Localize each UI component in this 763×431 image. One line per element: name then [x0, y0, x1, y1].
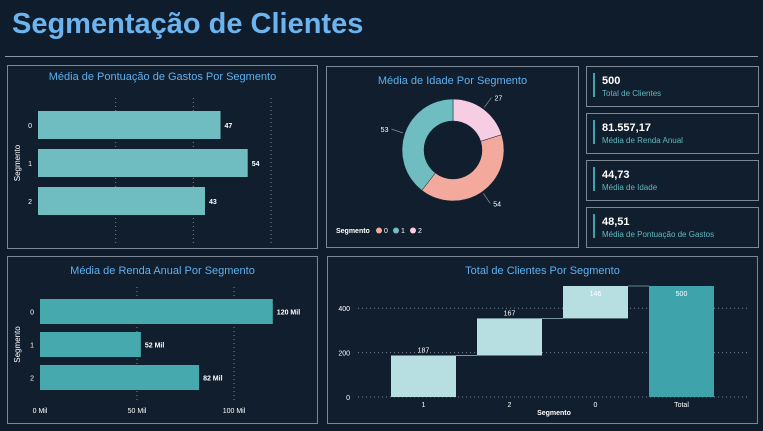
bar — [38, 187, 205, 215]
age-donut-chart[interactable]: 27 54 53 Segmento 0 1 2 — [327, 87, 578, 247]
x-tick-label: 100 Mil — [223, 408, 246, 415]
clients-waterfall-chart[interactable]: 0 200 400 187 1 167 2 146 0 500 Total Segmento — [328, 277, 757, 422]
donut-slice — [401, 98, 454, 191]
y-axis-title: Segmento — [13, 144, 22, 181]
donut-slice — [452, 98, 502, 142]
kpi-value: 48,51 — [602, 216, 630, 228]
kpi-annual-income: 81.557,17 Média de Renda Anual — [586, 113, 759, 154]
income-chart[interactable]: 0 Mil 50 Mil 100 Mil Segmento 0 120 Mil 1 52 Mi… — [8, 277, 317, 422]
legend-title: Segmento — [336, 228, 370, 235]
bar — [40, 299, 273, 324]
legend-label: 1 — [401, 228, 405, 235]
y-tick-label: 0 — [346, 395, 350, 402]
x-tick-label: Total — [674, 402, 689, 409]
waterfall-bar — [391, 355, 456, 397]
spending-score-panel[interactable]: Média de Pontuação de Gastos Por Segment… — [7, 65, 318, 249]
bar — [38, 149, 248, 177]
bar — [40, 332, 141, 357]
legend-marker — [376, 227, 382, 234]
y-axis-title: Segmento — [13, 326, 22, 363]
kpi-value: 500 — [602, 75, 621, 87]
x-tick-label: 50 Mil — [128, 408, 147, 415]
kpi-label: Total de Clientes — [602, 89, 662, 98]
x-tick-label: 0 — [594, 402, 598, 409]
spending-score-chart[interactable]: 0204060Segmento047154243 — [8, 86, 317, 246]
kpi-value: 44,73 — [602, 169, 630, 181]
kpi-label: Média de Pontuação de Gastos — [602, 230, 715, 239]
clients-panel[interactable]: Total de Clientes Por Segmento 0 200 400 18… — [327, 256, 758, 424]
legend-marker — [393, 227, 399, 234]
title-divider — [5, 56, 758, 57]
data-label: 53 — [381, 127, 389, 134]
age-panel[interactable]: Média de Idade Por Segmento 27 54 53 Segmen… — [326, 66, 579, 248]
x-tick-label: 2 — [508, 402, 512, 409]
data-label: 54 — [493, 201, 501, 208]
data-label: 82 Mil — [203, 376, 223, 383]
bar — [38, 111, 221, 139]
y-tick-label: 0 — [28, 123, 32, 130]
y-tick-label: 400 — [338, 306, 350, 313]
kpi-accent — [593, 214, 595, 238]
y-tick-label: 200 — [338, 351, 350, 358]
data-label: 187 — [418, 347, 430, 354]
legend-marker — [410, 227, 416, 234]
data-label: 47 — [225, 123, 233, 130]
x-tick-label: 0 Mil — [33, 408, 48, 415]
kpi-label: Média de Idade — [602, 183, 658, 192]
kpi-spending-score: 48,51 Média de Pontuação de Gastos — [586, 207, 759, 248]
y-tick-label: 2 — [28, 199, 32, 206]
spending-score-title: Média de Pontuação de Gastos Por Segment… — [48, 71, 277, 83]
data-label: 54 — [252, 161, 260, 168]
legend-label: 0 — [384, 228, 388, 235]
y-tick-label: 0 — [30, 310, 34, 317]
kpi-label: Média de Renda Anual — [602, 136, 683, 145]
data-label: 146 — [590, 291, 602, 298]
kpi-accent — [593, 167, 595, 191]
waterfall-bar — [477, 318, 542, 356]
kpi-accent — [593, 120, 595, 144]
age-title: Média de Idade Por Segmento — [377, 75, 528, 87]
kpi-total-clients: 500 Total de Clientes — [586, 66, 759, 107]
data-label: 52 Mil — [145, 343, 165, 350]
x-axis-title: Segmento — [537, 410, 571, 417]
y-tick-label: 1 — [28, 161, 32, 168]
data-label: 43 — [209, 199, 217, 206]
data-label: 120 Mil — [277, 310, 300, 317]
waterfall-bar — [649, 286, 714, 397]
data-label: 500 — [676, 291, 688, 298]
kpi-accent — [593, 73, 595, 97]
data-label: 167 — [504, 310, 516, 317]
page-title: Segmentação de Clientes — [12, 8, 364, 40]
x-tick-label: 1 — [422, 402, 426, 409]
y-tick-label: 1 — [30, 343, 34, 350]
income-title: Média de Renda Anual Por Segmento — [70, 265, 255, 277]
bar — [40, 365, 200, 390]
data-label: 27 — [494, 96, 502, 103]
kpi-age: 44,73 Média de Idade — [586, 160, 759, 201]
y-tick-label: 2 — [30, 376, 34, 383]
kpi-value: 81.557,17 — [602, 122, 651, 134]
leader-line — [484, 97, 492, 108]
leader-line — [483, 193, 491, 204]
donut-slice — [421, 134, 505, 202]
clients-title: Total de Clientes Por Segmento — [465, 265, 620, 277]
legend-label: 2 — [418, 228, 422, 235]
leader-line — [391, 128, 403, 134]
income-panel[interactable]: Média de Renda Anual Por Segmento 0 Mil 5… — [7, 256, 318, 424]
